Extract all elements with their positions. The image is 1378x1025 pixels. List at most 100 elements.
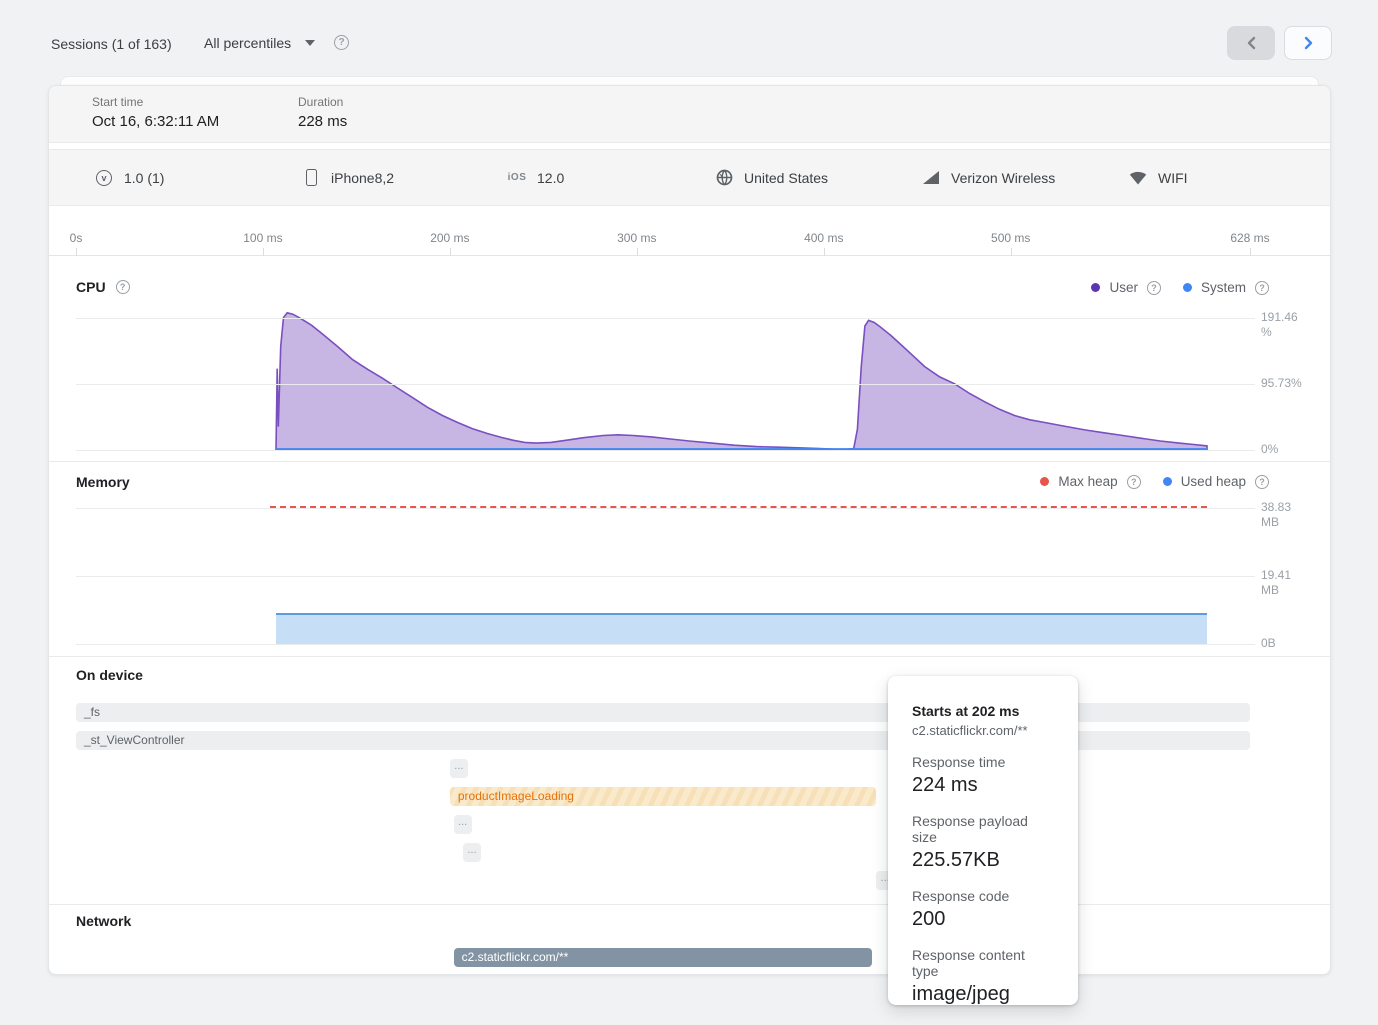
timeline-tick-mark [450,248,451,256]
bar-label: ... [458,816,467,828]
system-color-dot [1183,283,1192,292]
bar-label: _fs [76,705,100,719]
session-card: Start time Oct 16, 6:32:11 AM Duration 2… [48,85,1331,975]
cpu-usage-chart[interactable] [76,306,1250,451]
memory-legend-used-heap: Used heap ? [1163,474,1269,489]
timeline-tick-mark [76,248,77,256]
max-heap-color-dot [1040,477,1049,486]
timeline-tick-label: 400 ms [804,231,843,245]
memory-legend: Max heap ? Used heap ? [1040,474,1269,489]
collapsed-trace-chip[interactable]: ... [454,815,472,834]
phone-icon [302,169,320,187]
globe-icon [715,169,733,187]
cpu-legend-system: System ? [1183,280,1269,295]
tooltip-field-label: Response payload size [912,813,1054,845]
cpu-user-area [276,313,1207,450]
trace-tooltip: Starts at 202 ms c2.staticflickr.com/** … [888,676,1078,1005]
network-request-bar[interactable]: c2.staticflickr.com/** [454,948,873,967]
collapsed-trace-chip[interactable]: ... [463,843,481,862]
device-model-value: iPhone8,2 [331,170,394,186]
duration-block: Duration 228 ms [298,95,347,130]
bar-label: c2.staticflickr.com/** [454,950,569,964]
chevron-down-icon [305,40,315,46]
app-version-value: 1.0 (1) [124,170,164,186]
percentiles-dropdown-label: All percentiles [204,35,291,51]
cpu-axis-label: 95.73% [1261,376,1307,391]
tooltip-subtitle: c2.staticflickr.com/** [912,723,1054,738]
cpu-section-title: CPU ? [76,279,130,295]
tooltip-field-label: Response time [912,754,1054,770]
help-icon[interactable]: ? [1255,475,1269,489]
memory-axis-label: 0B [1261,636,1307,651]
signal-icon [922,169,940,187]
help-icon[interactable]: ? [334,35,349,50]
timeline-tick-label: 200 ms [430,231,469,245]
tooltip-field-value: 200 [912,908,1054,931]
tooltip-field-label: Response content type [912,947,1054,979]
help-icon[interactable]: ? [1147,281,1161,295]
app-version-icon: v [95,169,113,187]
chevron-left-icon [1246,36,1257,50]
session-meta-band: Start time Oct 16, 6:32:11 AM Duration 2… [49,86,1330,143]
bar-label: ... [454,760,463,772]
timeline-tick-label: 0s [70,231,83,245]
section-divider [49,461,1330,462]
next-session-button[interactable] [1284,26,1332,60]
start-time-block: Start time Oct 16, 6:32:11 AM [92,95,219,130]
cpu-legend: User ? System ? [1091,280,1269,295]
start-time-value: Oct 16, 6:32:11 AM [92,113,219,130]
on-device-section-title: On device [76,667,143,683]
help-icon[interactable]: ? [1127,475,1141,489]
carrier-item: Verizon Wireless [922,150,1055,205]
timeline-tick-label: 100 ms [243,231,282,245]
tooltip-title: Starts at 202 ms [912,703,1054,719]
help-icon[interactable]: ? [116,280,130,294]
wifi-icon [1129,169,1147,187]
timeline-tick-mark [1011,248,1012,256]
duration-value: 228 ms [298,113,347,130]
percentiles-dropdown[interactable]: All percentiles [204,30,315,56]
cpu-axis-label: 0% [1261,442,1307,457]
memory-axis-label: 38.83 MB [1261,500,1307,530]
timeline-tick-mark [824,248,825,256]
max-heap-line [270,506,1207,508]
timeline-tick-mark [1250,248,1251,256]
timeline-tick-label: 300 ms [617,231,656,245]
previous-session-button[interactable] [1227,26,1275,60]
session-detail-page: Sessions (1 of 163) All percentiles ? St… [0,0,1378,1025]
section-divider [49,904,1330,905]
duration-label: Duration [298,95,347,109]
collapsed-trace-chip[interactable]: ... [450,759,468,778]
country-item: United States [715,150,828,205]
used-heap-band[interactable] [276,613,1207,644]
tooltip-field-label: Response code [912,888,1054,904]
used-heap-color-dot [1163,477,1172,486]
memory-gridline [76,508,1255,509]
timeline-tick-mark [637,248,638,256]
top-bar: Sessions (1 of 163) All percentiles ? [0,0,1378,70]
tooltip-field-value: image/jpeg [912,983,1054,1006]
custom-trace-bar[interactable]: productImageLoading [450,787,876,806]
timeline-ruler[interactable]: 0s100 ms200 ms300 ms400 ms500 ms628 ms [49,206,1330,256]
tooltip-field-value: 224 ms [912,774,1054,797]
ios-icon: iOS [508,169,526,187]
network-section-title: Network [76,913,131,929]
carrier-value: Verizon Wireless [951,170,1055,186]
section-divider [49,656,1330,657]
bar-label: _st_ViewController [76,733,185,747]
radio-value: WIFI [1158,170,1188,186]
cpu-axis-label: 191.46 % [1261,310,1307,340]
bar-label: ... [467,844,476,856]
radio-item: WIFI [1129,150,1188,205]
timeline-tick-mark [263,248,264,256]
help-icon[interactable]: ? [1255,281,1269,295]
app-version-item: v 1.0 (1) [95,150,164,205]
country-value: United States [744,170,828,186]
tooltip-field-value: 225.57KB [912,849,1054,872]
start-time-label: Start time [92,95,219,109]
memory-legend-max-heap: Max heap ? [1040,474,1140,489]
timeline-tick-label: 500 ms [991,231,1030,245]
os-version-item: iOS 12.0 [508,150,564,205]
cpu-legend-user: User ? [1091,280,1161,295]
memory-gridline [76,576,1255,577]
